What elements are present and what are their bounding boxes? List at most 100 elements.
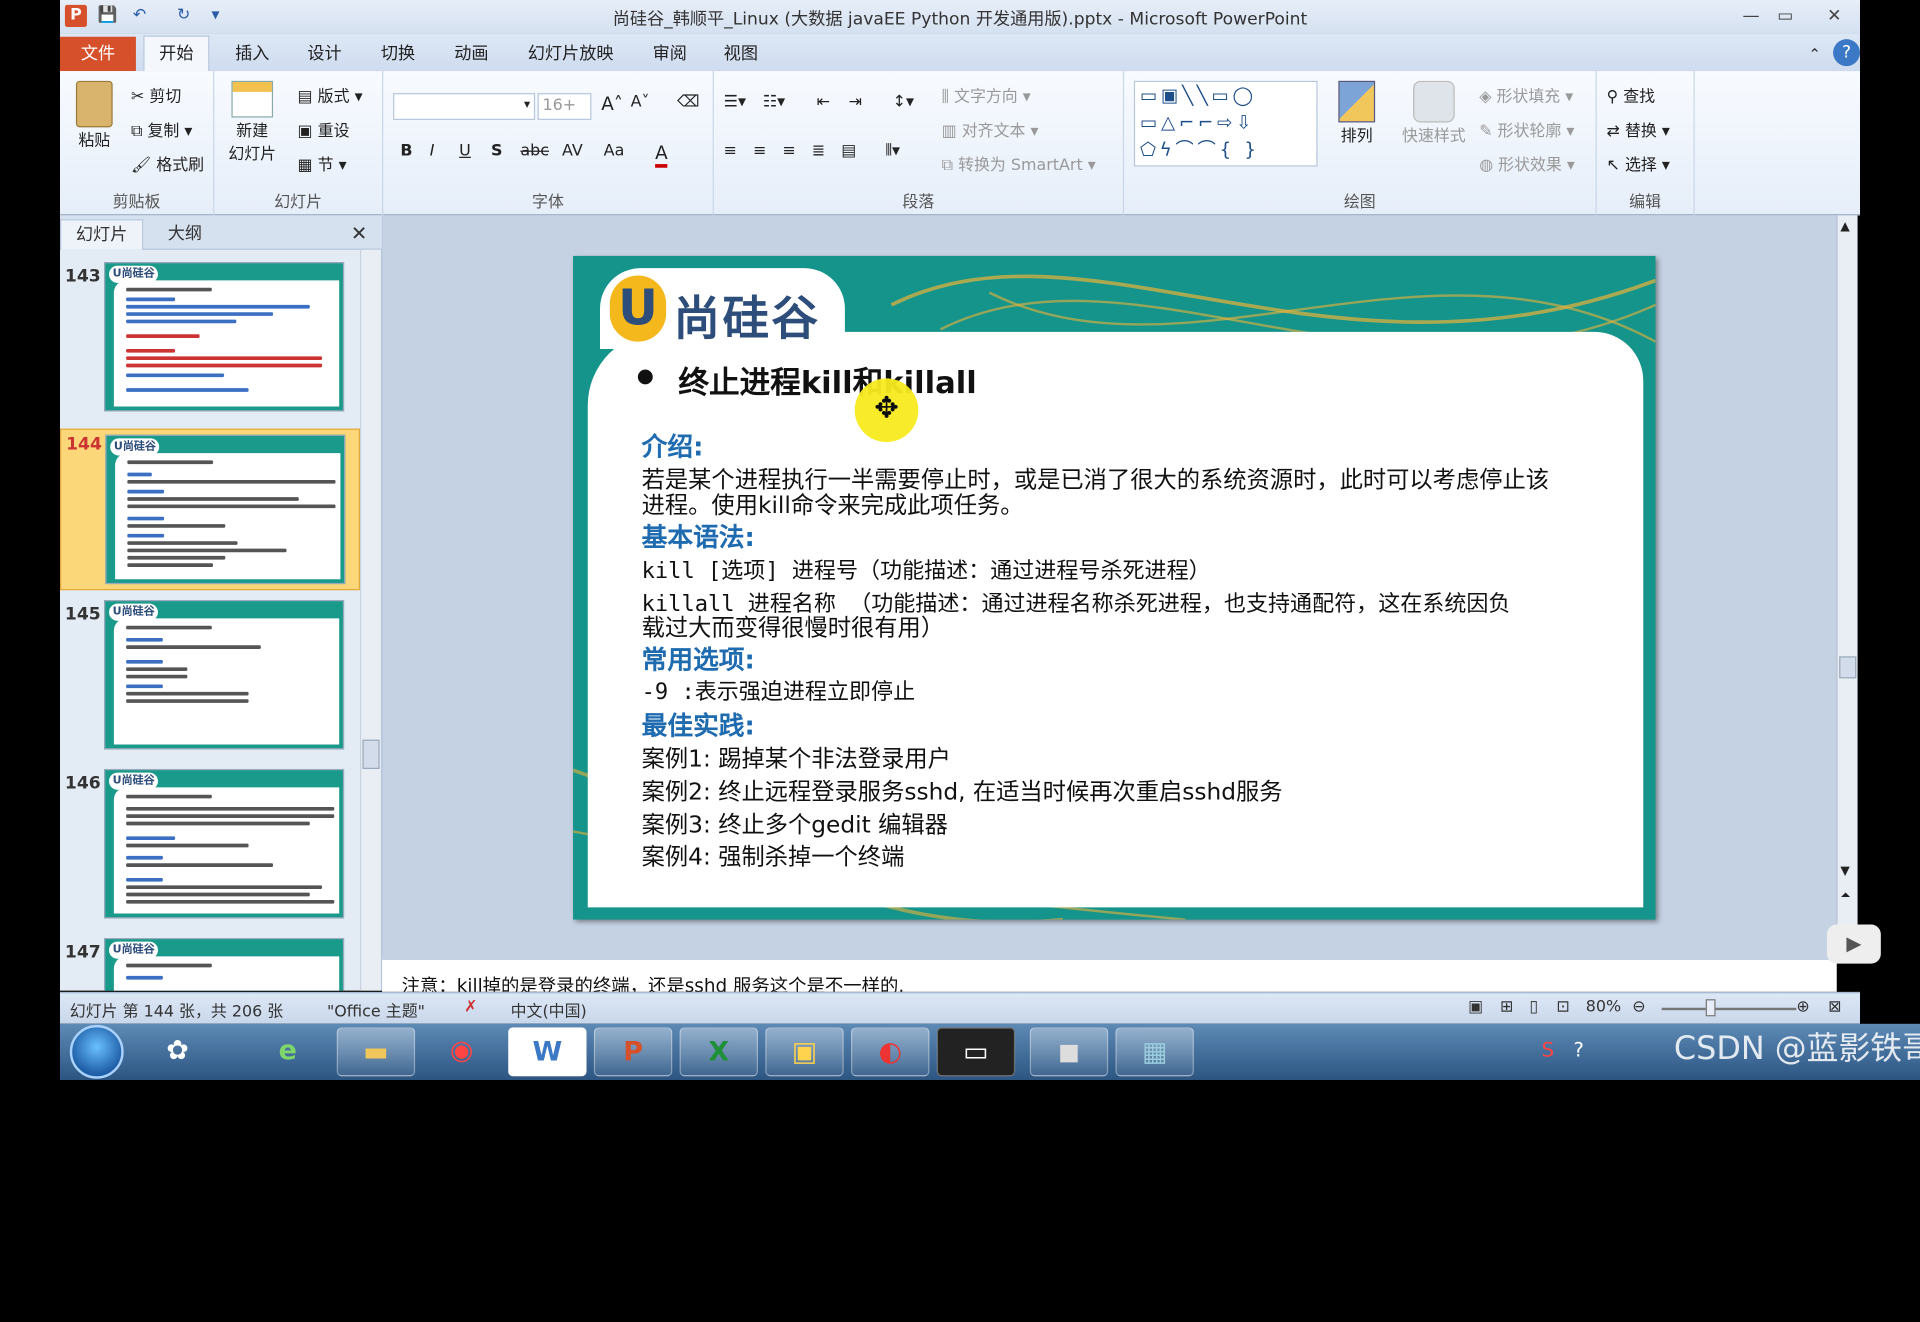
excel-icon[interactable]: X: [679, 1027, 758, 1077]
columns-icon[interactable]: ⫴▾: [885, 142, 900, 160]
slideshow-view-icon[interactable]: ⊡: [1556, 998, 1569, 1016]
slide-heading[interactable]: 终止进程kill和killall: [678, 359, 976, 403]
normal-view-icon[interactable]: ▣: [1468, 998, 1483, 1016]
word-icon[interactable]: W: [508, 1027, 587, 1077]
notes-text[interactable]: 注意：kill掉的是登录的终端，还是sshd 服务这个是不一样的.: [402, 972, 905, 992]
thumbnail-146[interactable]: 146 U尚硅谷: [60, 768, 360, 923]
italic-button[interactable]: I: [430, 142, 435, 160]
help-icon[interactable]: ?: [1833, 39, 1861, 67]
scroll-thumb[interactable]: [362, 739, 380, 769]
language-indicator[interactable]: 中文(中国): [511, 998, 587, 1021]
increase-indent-icon[interactable]: ⇥: [849, 93, 862, 111]
smartart-button[interactable]: ⧉ 转换为 SmartArt ▾: [942, 152, 1096, 175]
text-direction-button[interactable]: ⫼ 文字方向 ▾: [942, 83, 1031, 106]
arrange-button[interactable]: 排列: [1330, 80, 1384, 146]
tab-file[interactable]: 文件: [60, 36, 136, 72]
paste-button[interactable]: 粘贴: [70, 80, 119, 151]
zoom-level[interactable]: 80%: [1586, 998, 1621, 1016]
cut-button[interactable]: ✂ 剪切: [131, 83, 181, 106]
font-size-select[interactable]: 16+: [537, 93, 592, 121]
shrink-font-button[interactable]: A˅: [631, 93, 650, 111]
tab-design[interactable]: 设计: [293, 39, 357, 71]
scroll-thumb[interactable]: [1839, 656, 1857, 679]
minimize-ribbon-icon[interactable]: ⌃: [1794, 39, 1836, 71]
notes-pane[interactable]: 注意：kill掉的是登录的终端，还是sshd 服务这个是不一样的.: [382, 955, 1837, 992]
tray-help-icon[interactable]: ?: [1573, 1038, 1583, 1061]
tab-view[interactable]: 视图: [709, 39, 773, 71]
fit-to-window-icon[interactable]: ⊠: [1828, 998, 1841, 1016]
camera-icon[interactable]: ◼: [1029, 1027, 1109, 1077]
numbering-icon[interactable]: ☷▾: [763, 93, 785, 111]
terminal-icon[interactable]: ▭: [936, 1027, 1016, 1077]
shapes-gallery[interactable]: ▭▣╲╲▭◯ ▭△⌐⌐⇨⇩ ⬠ϟ⌒⌒{ }: [1133, 80, 1318, 167]
scroll-up-icon[interactable]: ▲: [1840, 220, 1849, 233]
tray-sogou-icon[interactable]: S: [1542, 1038, 1554, 1061]
replace-button[interactable]: ⇄ 替换 ▾: [1607, 118, 1670, 140]
thumbnail-147[interactable]: 147 U尚硅谷: [60, 937, 360, 991]
previous-slide-icon[interactable]: ⏶: [1840, 889, 1850, 902]
zoom-out-icon[interactable]: ⊖: [1632, 998, 1645, 1016]
tab-outline-pane[interactable]: 大纲: [153, 219, 217, 250]
find-button[interactable]: ⚲ 查找: [1607, 83, 1656, 106]
tab-review[interactable]: 审阅: [638, 39, 702, 71]
tab-slideshow[interactable]: 幻灯片放映: [513, 39, 628, 71]
select-button[interactable]: ↖ 选择 ▾: [1607, 152, 1670, 175]
slide-thumbnail[interactable]: U尚硅谷: [104, 600, 345, 750]
thumbnail-145[interactable]: 145 U尚硅谷: [60, 600, 360, 754]
chrome-icon[interactable]: ◉: [422, 1027, 500, 1076]
align-left-icon[interactable]: ≡: [724, 142, 737, 160]
strikethrough-button[interactable]: abc: [520, 142, 549, 160]
change-case-button[interactable]: Aa: [604, 142, 625, 160]
powerpoint-icon[interactable]: P: [593, 1027, 673, 1077]
thumbnail-144[interactable]: 144 U尚硅谷: [60, 428, 361, 591]
quick-styles-button[interactable]: 快速样式: [1391, 80, 1477, 146]
font-name-select[interactable]: ▾: [393, 93, 536, 121]
restore-button[interactable]: ▭: [1769, 4, 1801, 28]
align-right-icon[interactable]: ≡: [782, 142, 795, 160]
align-center-icon[interactable]: ≡: [753, 142, 766, 160]
ie-icon[interactable]: e: [249, 1027, 327, 1076]
folder-icon[interactable]: ▬: [336, 1027, 416, 1077]
tab-home[interactable]: 开始: [143, 35, 210, 72]
zoom-in-icon[interactable]: ⊕: [1796, 998, 1809, 1016]
align-text-button[interactable]: ▥ 对齐文本 ▾: [942, 118, 1039, 140]
font-color-button[interactable]: A: [655, 142, 668, 168]
notepad-icon[interactable]: ▣: [765, 1027, 844, 1077]
format-painter-button[interactable]: 🖌 格式刷: [131, 152, 204, 175]
shape-effects-button[interactable]: ◍ 形状效果 ▾: [1479, 152, 1575, 175]
slide-thumbnail[interactable]: U尚硅谷: [104, 262, 345, 412]
zoom-slider[interactable]: [1661, 1007, 1797, 1011]
vm-icon[interactable]: ▦: [1115, 1027, 1194, 1077]
slide-thumbnail[interactable]: U尚硅谷: [104, 937, 345, 991]
zoom-slider-thumb[interactable]: [1705, 999, 1716, 1017]
shape-outline-button[interactable]: ✎ 形状轮廓 ▾: [1479, 118, 1574, 140]
decrease-indent-icon[interactable]: ⇤: [817, 93, 830, 111]
tab-insert[interactable]: 插入: [220, 39, 284, 71]
shape-fill-button[interactable]: ◈ 形状填充 ▾: [1479, 83, 1573, 106]
app-icon[interactable]: ✿: [138, 1027, 216, 1076]
shadow-button[interactable]: S: [491, 142, 502, 160]
spellcheck-icon[interactable]: ✗: [464, 998, 477, 1016]
play-button-icon[interactable]: ▶: [1826, 924, 1881, 964]
theme-name[interactable]: "Office 主题": [327, 998, 425, 1021]
tab-transitions[interactable]: 切换: [366, 39, 430, 71]
bold-button[interactable]: B: [400, 142, 412, 160]
slide-scrollbar[interactable]: ▲ ▼ ⏶ ⏷: [1836, 215, 1858, 956]
clear-format-icon[interactable]: ⌫: [677, 93, 700, 111]
grow-font-button[interactable]: A˄: [601, 93, 623, 115]
justify-icon[interactable]: ≣: [812, 142, 825, 160]
bullets-icon[interactable]: ☰▾: [724, 93, 746, 111]
slide-sorter-icon[interactable]: ⊞: [1500, 998, 1513, 1016]
current-slide[interactable]: U 尚硅谷 ● 终止进程kill和killall ✥ 介绍: 若是某个进程执行一…: [573, 255, 1656, 920]
thumbnail-143[interactable]: 143 U尚硅谷: [60, 262, 360, 416]
start-button[interactable]: [69, 1024, 124, 1079]
section-button[interactable]: ▦ 节 ▾: [298, 152, 347, 175]
slide-thumbnail[interactable]: U尚硅谷: [104, 768, 345, 919]
app-swirl-icon[interactable]: ◐: [851, 1027, 930, 1077]
scroll-down-icon[interactable]: ▼: [1840, 864, 1849, 877]
close-button[interactable]: ✕: [1818, 4, 1850, 28]
line-spacing-icon[interactable]: ↕▾: [893, 93, 914, 111]
tab-slides-pane[interactable]: 幻灯片: [60, 219, 144, 250]
close-pane-icon[interactable]: ✕: [336, 219, 382, 250]
minimize-button[interactable]: —: [1735, 4, 1767, 28]
